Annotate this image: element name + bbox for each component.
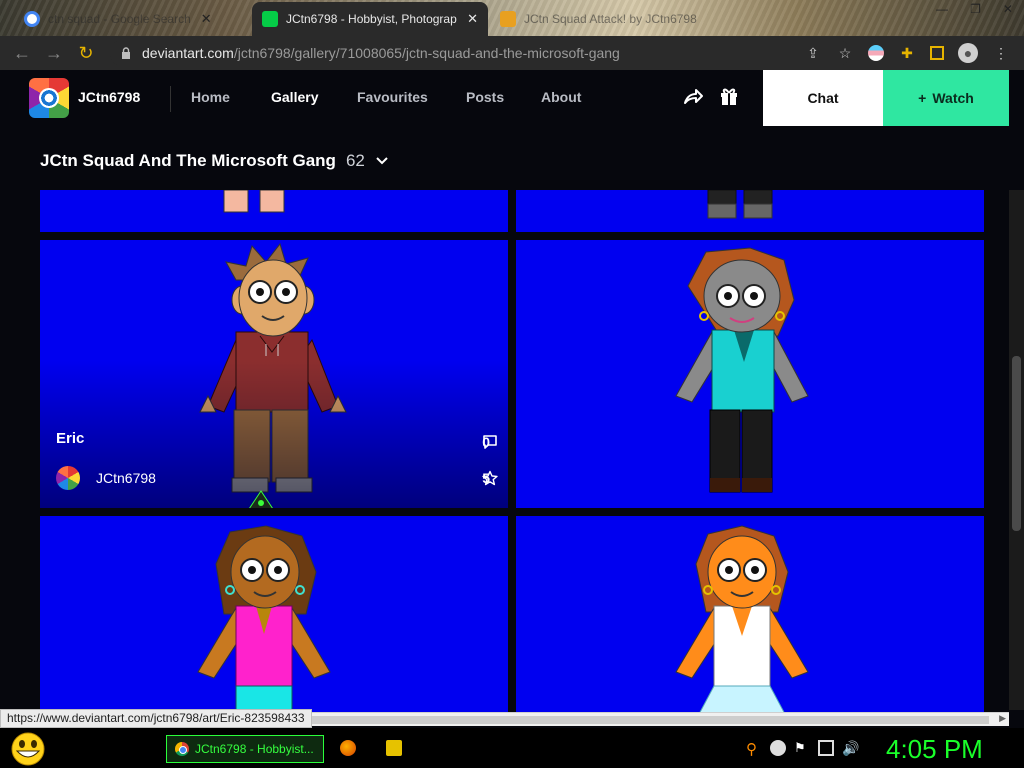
gallery-count: 62 bbox=[345, 151, 365, 170]
scrollbar-thumb[interactable] bbox=[1012, 356, 1021, 531]
tab-title: ctn squad - Google Search bbox=[48, 12, 191, 26]
close-tab-icon[interactable]: ✕ bbox=[467, 11, 478, 27]
tab-deviantart-profile[interactable]: JCtn6798 - Hobbyist, Photograph ✕ bbox=[252, 2, 488, 36]
scroll-right-icon[interactable]: ▶ bbox=[999, 713, 1006, 724]
maximize-icon[interactable]: ❐ bbox=[970, 2, 981, 16]
card-title[interactable]: Eric bbox=[56, 430, 84, 447]
gallery-thumbnail[interactable] bbox=[516, 190, 984, 232]
nav-gallery[interactable]: Gallery bbox=[271, 89, 318, 105]
nav-favourites[interactable]: Favourites bbox=[357, 89, 428, 105]
gallery-thumbnail[interactable] bbox=[516, 240, 984, 508]
bookmark-star-icon[interactable]: ☆ bbox=[836, 44, 854, 62]
tab-title: JCtn6798 - Hobbyist, Photograph bbox=[286, 12, 458, 26]
messenger-icon[interactable] bbox=[770, 740, 786, 756]
deviantart-icon bbox=[262, 11, 278, 27]
character-artwork bbox=[223, 190, 285, 213]
close-tab-icon[interactable]: ✕ bbox=[201, 11, 212, 27]
close-window-icon[interactable]: ✕ bbox=[1003, 2, 1013, 16]
gallery-thumbnail[interactable] bbox=[40, 516, 508, 716]
header-divider bbox=[170, 86, 171, 112]
start-smiley-icon[interactable] bbox=[8, 731, 48, 767]
nav-posts[interactable]: Posts bbox=[466, 89, 504, 105]
gallery-thumbnail-eric[interactable]: Eric JCtn6798 0 5 bbox=[40, 240, 508, 508]
vertical-scrollbar[interactable] bbox=[1009, 190, 1024, 710]
card-hover-overlay bbox=[40, 240, 508, 508]
system-clock[interactable]: 4:05 PM bbox=[886, 734, 983, 765]
tab-title: JCtn Squad Attack! by JCtn6798 bbox=[524, 12, 697, 26]
comment-icon bbox=[483, 435, 498, 449]
url-host: deviantart.com bbox=[142, 45, 234, 61]
artwork-icon bbox=[500, 11, 516, 27]
plus-icon: + bbox=[918, 90, 927, 106]
network-icon[interactable] bbox=[818, 740, 834, 756]
character-artwork bbox=[675, 525, 809, 716]
watch-label: Watch bbox=[932, 90, 974, 106]
taskbar: JCtn6798 - Hobbyist... ⚲ ⚑ 🔊 4:05 PM bbox=[0, 728, 1024, 768]
browser-toolbar: ← → ↻ deviantart.com/jctn6798/gallery/71… bbox=[0, 36, 1024, 70]
character-artwork bbox=[197, 525, 331, 716]
reload-icon[interactable]: ↻ bbox=[70, 43, 102, 64]
minimize-icon[interactable]: — bbox=[936, 2, 948, 16]
gallery-thumbnail[interactable] bbox=[40, 190, 508, 232]
cursor-busy-icon bbox=[249, 490, 273, 508]
taskbar-chrome-window[interactable]: JCtn6798 - Hobbyist... bbox=[166, 735, 324, 763]
chrome-icon bbox=[175, 742, 189, 756]
profile-username[interactable]: JCtn6798 bbox=[78, 89, 140, 105]
comments-stat[interactable]: 0 bbox=[482, 434, 498, 450]
firefox-icon[interactable] bbox=[340, 740, 356, 756]
google-icon bbox=[24, 11, 40, 27]
favourites-stat[interactable]: 5 bbox=[482, 470, 498, 486]
link-preview-status: https://www.deviantart.com/jctn6798/art/… bbox=[0, 709, 312, 728]
author-avatar[interactable] bbox=[56, 466, 80, 490]
back-arrow-icon[interactable]: ← bbox=[6, 43, 38, 64]
character-artwork bbox=[707, 190, 773, 219]
tab-google-search[interactable]: ctn squad - Google Search ✕ bbox=[14, 2, 250, 36]
volume-icon[interactable]: 🔊 bbox=[842, 740, 859, 756]
watch-button[interactable]: + Watch bbox=[883, 70, 1009, 126]
extension-flag-icon[interactable] bbox=[868, 45, 884, 61]
profile-avatar[interactable] bbox=[29, 78, 69, 118]
browser-menu-icon[interactable]: ⋮ bbox=[992, 44, 1010, 62]
gift-icon[interactable] bbox=[719, 86, 739, 106]
lock-icon bbox=[122, 47, 130, 59]
toolbar-actions: ⇪ ☆ ✚ ● ⋮ bbox=[804, 36, 1010, 70]
profile-avatar-icon[interactable]: ● bbox=[958, 43, 978, 63]
chat-button[interactable]: Chat bbox=[763, 70, 883, 126]
action-center-flag-icon[interactable]: ⚑ bbox=[794, 740, 810, 756]
chevron-down-icon[interactable] bbox=[375, 154, 389, 168]
extensions-puzzle-icon[interactable]: ✚ bbox=[898, 44, 916, 62]
gallery-title-text: JCtn Squad And The Microsoft Gang bbox=[40, 151, 336, 170]
tab-jctn-squad-attack[interactable]: JCtn Squad Attack! by JCtn6798 bbox=[490, 2, 740, 36]
taskbar-window-title: JCtn6798 - Hobbyist... bbox=[195, 742, 314, 756]
url-path: /jctn6798/gallery/71008065/jctn-squad-an… bbox=[233, 45, 620, 61]
profile-header: JCtn6798 Home Gallery Favourites Posts A… bbox=[0, 70, 1024, 126]
share-page-icon[interactable]: ⇪ bbox=[804, 44, 822, 62]
character-artwork bbox=[675, 247, 809, 493]
gallery-folder-title[interactable]: JCtn Squad And The Microsoft Gang 62 bbox=[40, 151, 389, 171]
gallery-thumbnail[interactable] bbox=[516, 516, 984, 716]
share-icon[interactable] bbox=[682, 86, 704, 108]
window-controls: — ❐ ✕ bbox=[925, 0, 1024, 18]
star-icon[interactable] bbox=[482, 470, 498, 486]
search-tray-icon[interactable]: ⚲ bbox=[746, 740, 762, 758]
forward-arrow-icon[interactable]: → bbox=[38, 43, 70, 64]
nav-home[interactable]: Home bbox=[191, 89, 230, 105]
card-author[interactable]: JCtn6798 bbox=[96, 470, 156, 486]
address-bar[interactable]: deviantart.com/jctn6798/gallery/71008065… bbox=[110, 39, 850, 67]
folder-icon[interactable] bbox=[386, 740, 402, 756]
side-panel-icon[interactable] bbox=[930, 46, 944, 60]
nav-about[interactable]: About bbox=[541, 89, 581, 105]
